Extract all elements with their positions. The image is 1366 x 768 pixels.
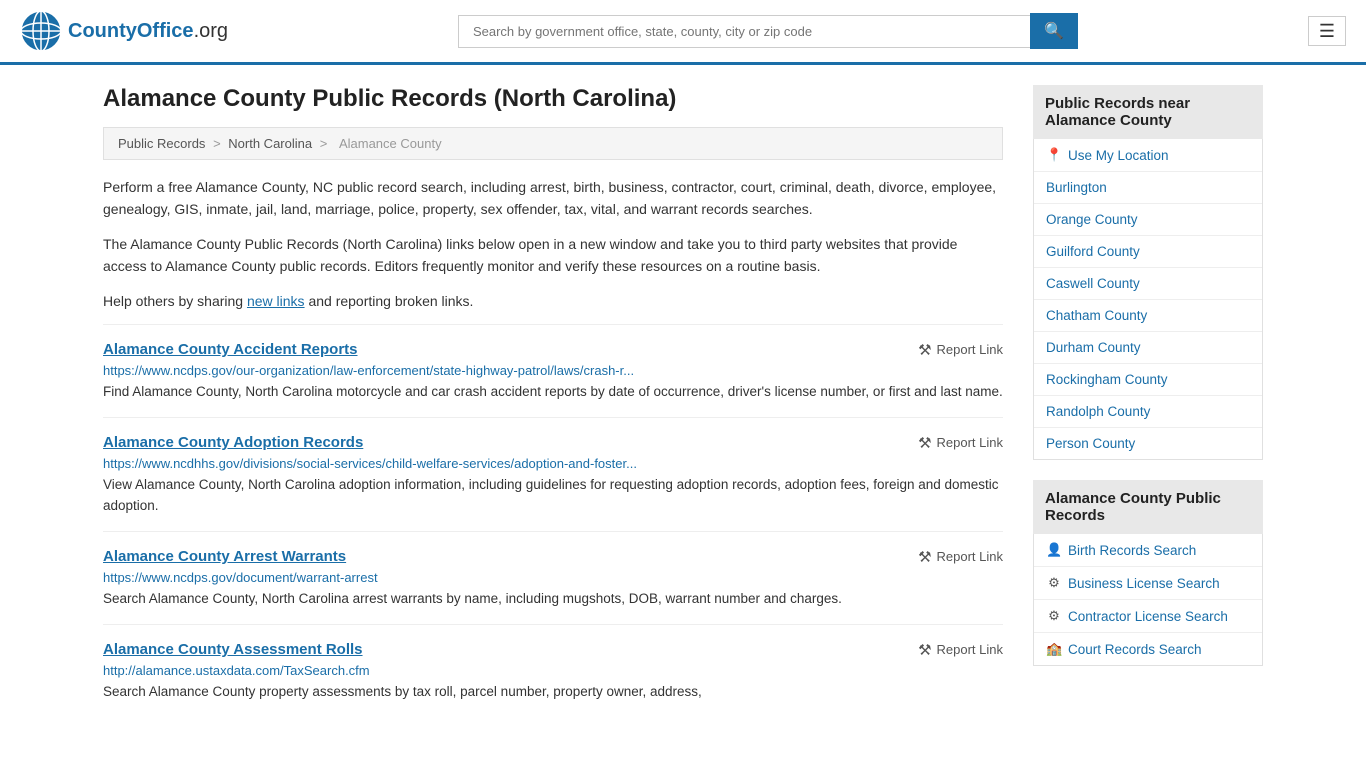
record-title[interactable]: Alamance County Adoption Records [103,434,363,451]
search-icon: 🔍 [1044,23,1064,40]
randolph-county-link[interactable]: Randolph County [1046,404,1150,419]
guilford-county-link[interactable]: Guilford County [1046,244,1140,259]
desc3-pre: Help others by sharing [103,293,247,309]
record-title[interactable]: Alamance County Accident Reports [103,341,358,358]
report-icon: ⚒ [918,548,931,566]
breadcrumb-sep-2: > [320,136,328,151]
record-desc: Search Alamance County, North Carolina a… [103,589,1003,610]
sidebar-records-section: Alamance County Public Records 👤 Birth R… [1033,480,1263,666]
orange-county-link[interactable]: Orange County [1046,212,1138,227]
breadcrumb-public-records[interactable]: Public Records [118,136,205,151]
sidebar-item-person-county[interactable]: Person County [1034,428,1262,459]
record-desc: Find Alamance County, North Carolina mot… [103,382,1003,403]
record-title[interactable]: Alamance County Arrest Warrants [103,548,346,565]
menu-button[interactable]: ☰ [1308,16,1346,46]
rockingham-county-link[interactable]: Rockingham County [1046,372,1168,387]
logo-icon [20,10,62,52]
court-icon: 🏫 [1046,641,1062,657]
desc3-post: and reporting broken links. [305,293,474,309]
record-url[interactable]: http://alamance.ustaxdata.com/TaxSearch.… [103,663,1003,678]
report-link[interactable]: ⚒ Report Link [918,341,1003,359]
report-link[interactable]: ⚒ Report Link [918,548,1003,566]
report-label: Report Link [937,435,1003,450]
record-url[interactable]: https://www.ncdps.gov/document/warrant-a… [103,570,1003,585]
record-url[interactable]: https://www.ncdps.gov/our-organization/l… [103,363,1003,378]
report-link[interactable]: ⚒ Report Link [918,434,1003,452]
person-icon: 👤 [1046,542,1062,558]
sidebar-item-guilford-county[interactable]: Guilford County [1034,236,1262,268]
gear-icon-2: ⚙ [1046,608,1062,624]
record-desc: Search Alamance County property assessme… [103,682,1003,703]
birth-records-link[interactable]: Birth Records Search [1068,543,1196,558]
sidebar-nearby-header: Public Records near Alamance County [1033,85,1263,139]
sidebar-item-rockingham-county[interactable]: Rockingham County [1034,364,1262,396]
report-icon: ⚒ [918,641,931,659]
sidebar-item-orange-county[interactable]: Orange County [1034,204,1262,236]
sidebar-item-court-records[interactable]: 🏫 Court Records Search [1034,633,1262,665]
contractor-license-link[interactable]: Contractor License Search [1068,609,1228,624]
record-item: Alamance County Arrest Warrants ⚒ Report… [103,531,1003,624]
logo[interactable]: CountyOffice.org [20,10,228,52]
search-area: 🔍 [458,13,1078,49]
header-right: ☰ [1308,16,1346,46]
report-icon: ⚒ [918,434,931,452]
page-title: Alamance County Public Records (North Ca… [103,85,1003,113]
search-input[interactable] [458,15,1030,48]
gear-icon: ⚙ [1046,575,1062,591]
sidebar-nearby-list: 📍 Use My Location Burlington Orange Coun… [1033,139,1263,460]
record-item: Alamance County Accident Reports ⚒ Repor… [103,324,1003,417]
breadcrumb: Public Records > North Carolina > Alaman… [103,127,1003,160]
report-label: Report Link [937,549,1003,564]
durham-county-link[interactable]: Durham County [1046,340,1141,355]
location-icon: 📍 [1046,147,1062,163]
record-item: Alamance County Assessment Rolls ⚒ Repor… [103,624,1003,717]
person-county-link[interactable]: Person County [1046,436,1135,451]
description-2: The Alamance County Public Records (Nort… [103,233,1003,278]
record-item: Alamance County Adoption Records ⚒ Repor… [103,417,1003,531]
main-wrapper: Alamance County Public Records (North Ca… [83,65,1283,737]
record-title[interactable]: Alamance County Assessment Rolls [103,641,363,658]
report-label: Report Link [937,342,1003,357]
report-icon: ⚒ [918,341,931,359]
sidebar-records-header: Alamance County Public Records [1033,480,1263,534]
sidebar-item-chatham-county[interactable]: Chatham County [1034,300,1262,332]
new-links-link[interactable]: new links [247,293,305,309]
sidebar-item-business-license[interactable]: ⚙ Business License Search [1034,567,1262,600]
sidebar-item-durham-county[interactable]: Durham County [1034,332,1262,364]
court-records-link[interactable]: Court Records Search [1068,642,1202,657]
report-label: Report Link [937,642,1003,657]
sidebar: Public Records near Alamance County 📍 Us… [1033,85,1263,717]
sidebar-nearby-section: Public Records near Alamance County 📍 Us… [1033,85,1263,460]
sidebar-item-birth-records[interactable]: 👤 Birth Records Search [1034,534,1262,567]
records-list: Alamance County Accident Reports ⚒ Repor… [103,324,1003,717]
caswell-county-link[interactable]: Caswell County [1046,276,1140,291]
chatham-county-link[interactable]: Chatham County [1046,308,1147,323]
sidebar-item-caswell-county[interactable]: Caswell County [1034,268,1262,300]
description-3: Help others by sharing new links and rep… [103,290,1003,312]
report-link[interactable]: ⚒ Report Link [918,641,1003,659]
use-my-location-link[interactable]: Use My Location [1068,148,1169,163]
sidebar-item-burlington[interactable]: Burlington [1034,172,1262,204]
description-1: Perform a free Alamance County, NC publi… [103,176,1003,221]
business-license-link[interactable]: Business License Search [1068,576,1220,591]
breadcrumb-sep-1: > [213,136,221,151]
breadcrumb-state[interactable]: North Carolina [228,136,312,151]
record-header: Alamance County Arrest Warrants ⚒ Report… [103,548,1003,566]
hamburger-icon: ☰ [1319,21,1335,41]
record-header: Alamance County Adoption Records ⚒ Repor… [103,434,1003,452]
breadcrumb-county: Alamance County [339,136,442,151]
sidebar-item-randolph-county[interactable]: Randolph County [1034,396,1262,428]
sidebar-item-use-my-location[interactable]: 📍 Use My Location [1034,139,1262,172]
search-button[interactable]: 🔍 [1030,13,1078,49]
site-header: CountyOffice.org 🔍 ☰ [0,0,1366,65]
record-header: Alamance County Assessment Rolls ⚒ Repor… [103,641,1003,659]
record-header: Alamance County Accident Reports ⚒ Repor… [103,341,1003,359]
record-desc: View Alamance County, North Carolina ado… [103,475,1003,517]
sidebar-records-list: 👤 Birth Records Search ⚙ Business Licens… [1033,534,1263,666]
sidebar-item-contractor-license[interactable]: ⚙ Contractor License Search [1034,600,1262,633]
burlington-link[interactable]: Burlington [1046,180,1107,195]
content-area: Alamance County Public Records (North Ca… [103,85,1003,717]
logo-text: CountyOffice.org [68,20,228,43]
record-url[interactable]: https://www.ncdhhs.gov/divisions/social-… [103,456,1003,471]
